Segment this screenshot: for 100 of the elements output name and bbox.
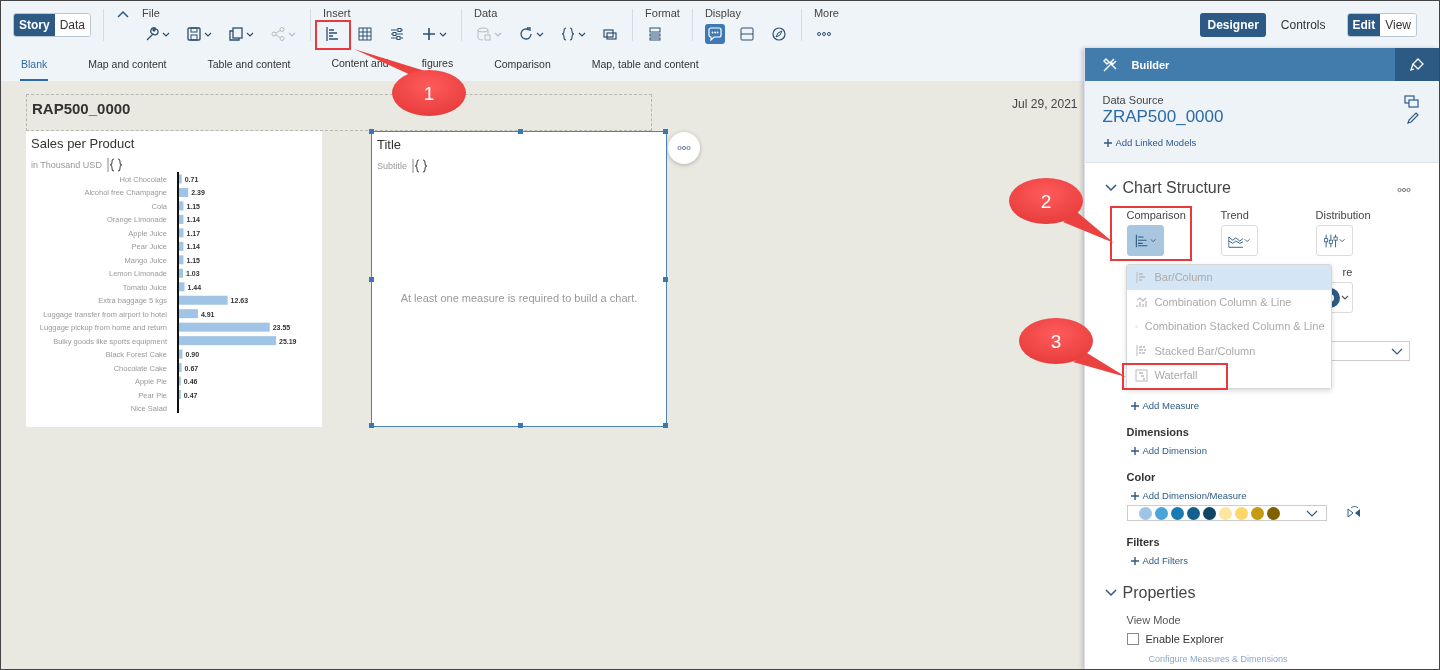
brush-icon	[1409, 56, 1425, 73]
group-label: Display	[704, 7, 742, 19]
plus-icon	[1102, 137, 1113, 148]
resize-handle[interactable]	[369, 129, 374, 134]
template-tab[interactable]: Comparison	[493, 48, 552, 81]
add-link[interactable]: Add Dimension/Measure	[1129, 490, 1439, 501]
bar[interactable]	[179, 241, 184, 251]
widget-title: Title	[377, 137, 403, 152]
group-label: Data	[474, 7, 499, 19]
bar[interactable]	[179, 201, 184, 211]
formula-icon[interactable]	[412, 158, 429, 174]
bar[interactable]	[179, 322, 270, 332]
styling-tab[interactable]	[1395, 48, 1439, 81]
widget-subtitle: Subtitle	[377, 161, 408, 171]
table-icon	[357, 26, 374, 42]
highlight-frame	[315, 20, 351, 50]
caret-icon	[204, 31, 213, 37]
section-label: Filters	[1126, 536, 1161, 548]
bar[interactable]	[179, 349, 183, 359]
expand-caret-icon[interactable]	[1104, 587, 1117, 599]
story-date: Jul 29, 2021	[1012, 97, 1078, 111]
resize-handle[interactable]	[369, 277, 374, 282]
color-palette-dropdown[interactable]	[1126, 505, 1327, 521]
tools-icon	[1101, 56, 1118, 73]
step-number: 1	[423, 83, 435, 104]
more-icon	[677, 145, 691, 151]
chart-widget[interactable]: Title Subtitle At least one measure is required to build a chart.	[371, 131, 667, 427]
panel-title: Builder	[1131, 58, 1170, 71]
stacked-bar-icon	[1134, 344, 1148, 358]
linked-windows-icon[interactable]	[1404, 95, 1419, 108]
caret-icon	[1390, 347, 1403, 355]
field-label: re	[1342, 266, 1353, 278]
wrench-icon	[144, 26, 161, 42]
widget-title: Sales per Product	[31, 136, 136, 151]
section-label: Color	[1126, 471, 1157, 483]
plus-icon	[1129, 555, 1140, 566]
template-tab[interactable]: Map and content	[87, 48, 168, 81]
resize-handle[interactable]	[518, 423, 523, 428]
resize-handle[interactable]	[369, 423, 374, 428]
resize-handle[interactable]	[518, 129, 523, 134]
step-number: 2	[1040, 191, 1052, 212]
swap-icon[interactable]	[1346, 506, 1361, 520]
resize-handle[interactable]	[663, 277, 668, 282]
data-source-name: ZRAP500_0000	[1102, 107, 1224, 127]
chart-type-button[interactable]	[1220, 225, 1258, 256]
expand-caret-icon[interactable]	[1104, 182, 1117, 194]
field-label: Data Source	[1102, 94, 1164, 106]
group-label: Format	[645, 7, 680, 19]
chart-type-button[interactable]	[1315, 225, 1353, 256]
more-button[interactable]	[668, 132, 700, 164]
panel-icon	[738, 26, 755, 42]
plus-icon	[421, 26, 438, 42]
group-label: More	[813, 7, 839, 19]
plus-icon	[1129, 400, 1140, 411]
linked-windows-icon	[602, 26, 619, 42]
group-label: File	[142, 7, 161, 19]
mode-tab[interactable]: Controls	[1273, 12, 1333, 37]
layout-icon	[647, 26, 664, 42]
bar[interactable]	[179, 214, 184, 224]
caret-icon	[536, 31, 545, 37]
edit-icon[interactable]	[1406, 112, 1419, 125]
segment-button[interactable]: Edit	[1347, 13, 1381, 36]
checkbox[interactable]: Enable Explorer	[1126, 633, 1439, 645]
story-title: RAP500_0000	[32, 100, 132, 117]
empty-message: At least one measure is required to build a chart.	[399, 292, 639, 304]
compass-icon	[770, 26, 787, 42]
caret-icon	[288, 31, 297, 37]
bar[interactable]	[179, 187, 189, 197]
bar[interactable]	[179, 336, 276, 346]
caret-icon	[578, 31, 587, 37]
template-tab[interactable]: Table and content	[206, 48, 292, 81]
database-icon	[476, 26, 493, 42]
section-title: Chart Structure	[1122, 179, 1231, 197]
bar[interactable]	[179, 255, 184, 265]
formula-icon[interactable]	[106, 157, 123, 173]
template-tab[interactable]: Map, table and content	[590, 48, 700, 81]
add-link[interactable]: Add Dimension	[1129, 445, 1439, 456]
mode-tab[interactable]: Designer	[1200, 12, 1266, 37]
section-title: Properties	[1122, 584, 1196, 602]
bar[interactable]	[179, 309, 198, 319]
bar[interactable]	[179, 228, 184, 238]
add-link[interactable]: Add Measure	[1129, 400, 1439, 411]
toolbar-button[interactable]	[704, 24, 725, 44]
bar-chart-icon	[1134, 270, 1148, 284]
add-link[interactable]: Add Filters	[1129, 555, 1439, 566]
bar[interactable]	[179, 174, 182, 184]
field-label: Trend	[1220, 209, 1249, 221]
comment-icon	[706, 26, 723, 42]
caret-icon	[1244, 238, 1251, 243]
resize-handle[interactable]	[663, 129, 668, 134]
segment-button[interactable]: Story	[14, 13, 55, 36]
bar[interactable]	[179, 268, 183, 278]
add-link[interactable]: Add Linked Models	[1102, 137, 1197, 148]
braces-icon	[560, 26, 577, 42]
resize-handle[interactable]	[663, 423, 668, 428]
tab-label[interactable]: figures	[420, 57, 455, 74]
bar[interactable]	[179, 363, 182, 373]
chart-type-button[interactable]	[1126, 225, 1164, 256]
bar[interactable]	[179, 282, 185, 292]
bar[interactable]	[179, 295, 228, 305]
